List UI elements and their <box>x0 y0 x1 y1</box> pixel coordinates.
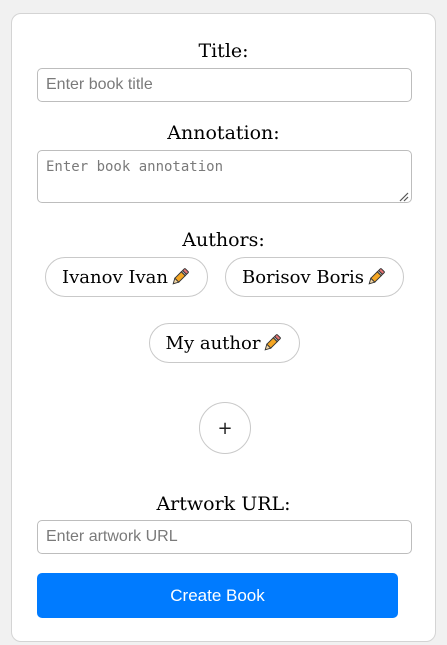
artwork-url-label: Artwork URL: <box>156 493 291 515</box>
author-chip-ivanov-ivan[interactable]: Ivanov Ivan <box>45 257 208 297</box>
authors-label: Authors: <box>182 229 265 251</box>
pencil-icon[interactable] <box>261 332 283 354</box>
author-name: Ivanov Ivan <box>62 266 168 288</box>
title-input[interactable] <box>37 68 412 102</box>
author-chip-my-author[interactable]: My author <box>149 323 300 363</box>
artwork-url-input[interactable] <box>37 520 412 554</box>
add-author-button[interactable]: + <box>199 402 251 454</box>
create-book-form: Title: Annotation: Authors: Ivanov Ivan … <box>11 13 436 642</box>
author-chip-borisov-boris[interactable]: Borisov Boris <box>225 257 404 297</box>
author-name: My author <box>165 332 261 354</box>
resize-handle-icon[interactable] <box>397 190 409 202</box>
pencil-icon[interactable] <box>169 266 191 288</box>
annotation-textarea[interactable] <box>37 150 412 203</box>
author-name: Borisov Boris <box>241 266 365 288</box>
annotation-label: Annotation: <box>167 122 280 144</box>
pencil-icon[interactable] <box>365 266 387 288</box>
title-label: Title: <box>198 40 249 62</box>
create-book-button[interactable]: Create Book <box>37 573 398 618</box>
